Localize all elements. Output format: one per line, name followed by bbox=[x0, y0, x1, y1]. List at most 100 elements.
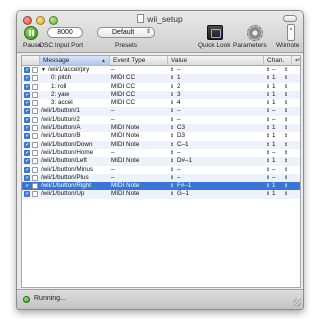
wiimote-icon[interactable] bbox=[287, 24, 295, 41]
value-cell[interactable]: D3 bbox=[177, 132, 257, 140]
channel-stepper-right-icon[interactable]: ⇕ bbox=[284, 182, 289, 190]
value-cell[interactable]: – bbox=[177, 107, 257, 115]
event-type-cell[interactable]: – bbox=[111, 107, 161, 115]
table-row[interactable]: /wii/1/button/Minus–⇕–⇕–⇕ bbox=[22, 166, 300, 174]
event-type-cell[interactable]: – bbox=[111, 174, 161, 182]
disclosure-triangle-icon[interactable]: ▼ bbox=[41, 66, 46, 74]
event-type-cell[interactable]: – bbox=[111, 166, 161, 174]
channel-stepper-right-icon[interactable]: ⇕ bbox=[284, 157, 289, 165]
value-stepper-icon[interactable]: ⇕ bbox=[170, 182, 175, 190]
learn-checkbox[interactable] bbox=[32, 183, 38, 190]
channel-stepper-icon[interactable]: ⇕ bbox=[266, 149, 271, 157]
value-stepper-icon[interactable]: ⇕ bbox=[170, 174, 175, 182]
event-type-cell[interactable]: – bbox=[111, 116, 161, 124]
learn-checkbox[interactable] bbox=[32, 83, 38, 90]
header-event-type[interactable]: Event Type bbox=[110, 56, 168, 66]
value-stepper-icon[interactable]: ⇕ bbox=[170, 132, 175, 140]
channel-stepper-icon[interactable]: ⇕ bbox=[266, 83, 271, 91]
channel-stepper-right-icon[interactable]: ⇕ bbox=[284, 116, 289, 124]
table-row[interactable]: /wii/1/button/DownMIDI Note⇕C–1⇕1⇕ bbox=[22, 140, 300, 149]
resize-grip[interactable] bbox=[293, 299, 301, 307]
channel-stepper-right-icon[interactable]: ⇕ bbox=[284, 149, 289, 157]
event-type-cell[interactable]: MIDI Note bbox=[111, 141, 161, 149]
value-stepper-icon[interactable]: ⇕ bbox=[170, 107, 175, 115]
value-stepper-icon[interactable]: ⇕ bbox=[170, 166, 175, 174]
value-stepper-icon[interactable]: ⇕ bbox=[170, 99, 175, 107]
channel-stepper-right-icon[interactable]: ⇕ bbox=[284, 99, 289, 107]
enabled-checkbox[interactable] bbox=[24, 149, 30, 156]
channel-stepper-right-icon[interactable]: ⇕ bbox=[284, 174, 289, 182]
channel-stepper-icon[interactable]: ⇕ bbox=[266, 99, 271, 107]
value-cell[interactable]: 2 bbox=[177, 83, 257, 91]
table-row[interactable]: /wii/1/button/Plus–⇕–⇕–⇕ bbox=[22, 173, 300, 183]
table-row[interactable]: /wii/1/button/UpMIDI Note⇕G–1⇕1⇕ bbox=[22, 190, 300, 199]
table-row[interactable]: 0: pitchMIDI CC⇕1⇕1⇕ bbox=[22, 74, 300, 83]
table-row[interactable]: 3: accelMIDI CC⇕4⇕1⇕ bbox=[22, 99, 300, 107]
enabled-checkbox[interactable] bbox=[24, 191, 30, 198]
channel-stepper-right-icon[interactable]: ⇕ bbox=[284, 83, 289, 91]
learn-checkbox[interactable] bbox=[32, 133, 38, 140]
enabled-checkbox[interactable] bbox=[24, 133, 30, 140]
enabled-checkbox[interactable] bbox=[24, 108, 30, 115]
value-stepper-icon[interactable]: ⇕ bbox=[170, 116, 175, 124]
quick-look-icon[interactable] bbox=[207, 25, 223, 40]
value-stepper-icon[interactable]: ⇕ bbox=[170, 74, 175, 82]
value-cell[interactable]: C–1 bbox=[177, 141, 257, 149]
toolbar-toggle-button[interactable] bbox=[283, 15, 297, 22]
learn-checkbox[interactable] bbox=[32, 67, 38, 73]
enabled-checkbox[interactable] bbox=[24, 141, 30, 148]
value-cell[interactable]: – bbox=[177, 116, 257, 124]
channel-stepper-right-icon[interactable]: ⇕ bbox=[284, 190, 289, 198]
channel-stepper-right-icon[interactable]: ⇕ bbox=[284, 91, 289, 99]
table-row[interactable]: /wii/1/button/RightMIDI Note⇕F#–1⇕1⇕ bbox=[22, 182, 300, 191]
event-type-cell[interactable]: MIDI CC bbox=[111, 99, 161, 107]
learn-checkbox[interactable] bbox=[32, 191, 38, 198]
value-cell[interactable]: 4 bbox=[177, 99, 257, 107]
channel-stepper-icon[interactable]: ⇕ bbox=[266, 132, 271, 140]
value-cell[interactable]: D#–1 bbox=[177, 157, 257, 165]
table-row[interactable]: /wii/1/button/2–⇕–⇕–⇕ bbox=[22, 116, 300, 124]
channel-stepper-icon[interactable]: ⇕ bbox=[266, 190, 271, 198]
osc-port-input[interactable]: 8000 bbox=[47, 27, 83, 38]
learn-checkbox[interactable] bbox=[32, 108, 38, 115]
value-stepper-icon[interactable]: ⇕ bbox=[170, 157, 175, 165]
enabled-checkbox[interactable] bbox=[24, 125, 30, 132]
value-cell[interactable]: – bbox=[177, 174, 257, 182]
pause-button[interactable] bbox=[24, 26, 38, 40]
channel-stepper-right-icon[interactable]: ⇕ bbox=[284, 66, 289, 74]
table-row[interactable]: /wii/1/button/AMIDI Note⇕C3⇕1⇕ bbox=[22, 124, 300, 133]
value-stepper-icon[interactable]: ⇕ bbox=[170, 141, 175, 149]
enabled-checkbox[interactable] bbox=[24, 183, 30, 190]
channel-stepper-right-icon[interactable]: ⇕ bbox=[284, 74, 289, 82]
event-type-cell[interactable]: MIDI Note bbox=[111, 132, 161, 140]
channel-stepper-icon[interactable]: ⇕ bbox=[266, 74, 271, 82]
channel-stepper-icon[interactable]: ⇕ bbox=[266, 141, 271, 149]
value-cell[interactable]: F#–1 bbox=[177, 182, 257, 190]
channel-stepper-icon[interactable]: ⇕ bbox=[266, 107, 271, 115]
table-row[interactable]: /wii/1/button/1–⇕–⇕–⇕ bbox=[22, 107, 300, 116]
value-stepper-icon[interactable]: ⇕ bbox=[170, 149, 175, 157]
channel-stepper-icon[interactable]: ⇕ bbox=[266, 116, 271, 124]
channel-stepper-right-icon[interactable]: ⇕ bbox=[284, 141, 289, 149]
learn-checkbox[interactable] bbox=[32, 158, 38, 165]
event-type-cell[interactable]: MIDI Note bbox=[111, 157, 161, 165]
value-cell[interactable]: – bbox=[177, 166, 257, 174]
event-type-cell[interactable]: MIDI Note bbox=[111, 190, 161, 198]
table-row[interactable]: /wii/1/button/LeftMIDI Note⇕D#–1⇕1⇕ bbox=[22, 157, 300, 166]
value-stepper-icon[interactable]: ⇕ bbox=[170, 124, 175, 132]
event-type-cell[interactable]: MIDI Note bbox=[111, 182, 161, 190]
enabled-checkbox[interactable] bbox=[24, 158, 30, 165]
learn-checkbox[interactable] bbox=[32, 125, 38, 132]
value-stepper-icon[interactable]: ⇕ bbox=[170, 190, 175, 198]
enabled-checkbox[interactable] bbox=[24, 100, 30, 107]
learn-checkbox[interactable] bbox=[32, 149, 38, 156]
event-type-cell[interactable]: MIDI CC bbox=[111, 83, 161, 91]
gear-icon[interactable] bbox=[247, 25, 263, 41]
enabled-checkbox[interactable] bbox=[24, 116, 30, 123]
channel-stepper-icon[interactable]: ⇕ bbox=[266, 124, 271, 132]
channel-stepper-icon[interactable]: ⇕ bbox=[266, 182, 271, 190]
value-stepper-icon[interactable]: ⇕ bbox=[170, 66, 175, 74]
header-value[interactable]: Value bbox=[168, 56, 264, 66]
channel-stepper-icon[interactable]: ⇕ bbox=[266, 166, 271, 174]
channel-stepper-icon[interactable]: ⇕ bbox=[266, 174, 271, 182]
